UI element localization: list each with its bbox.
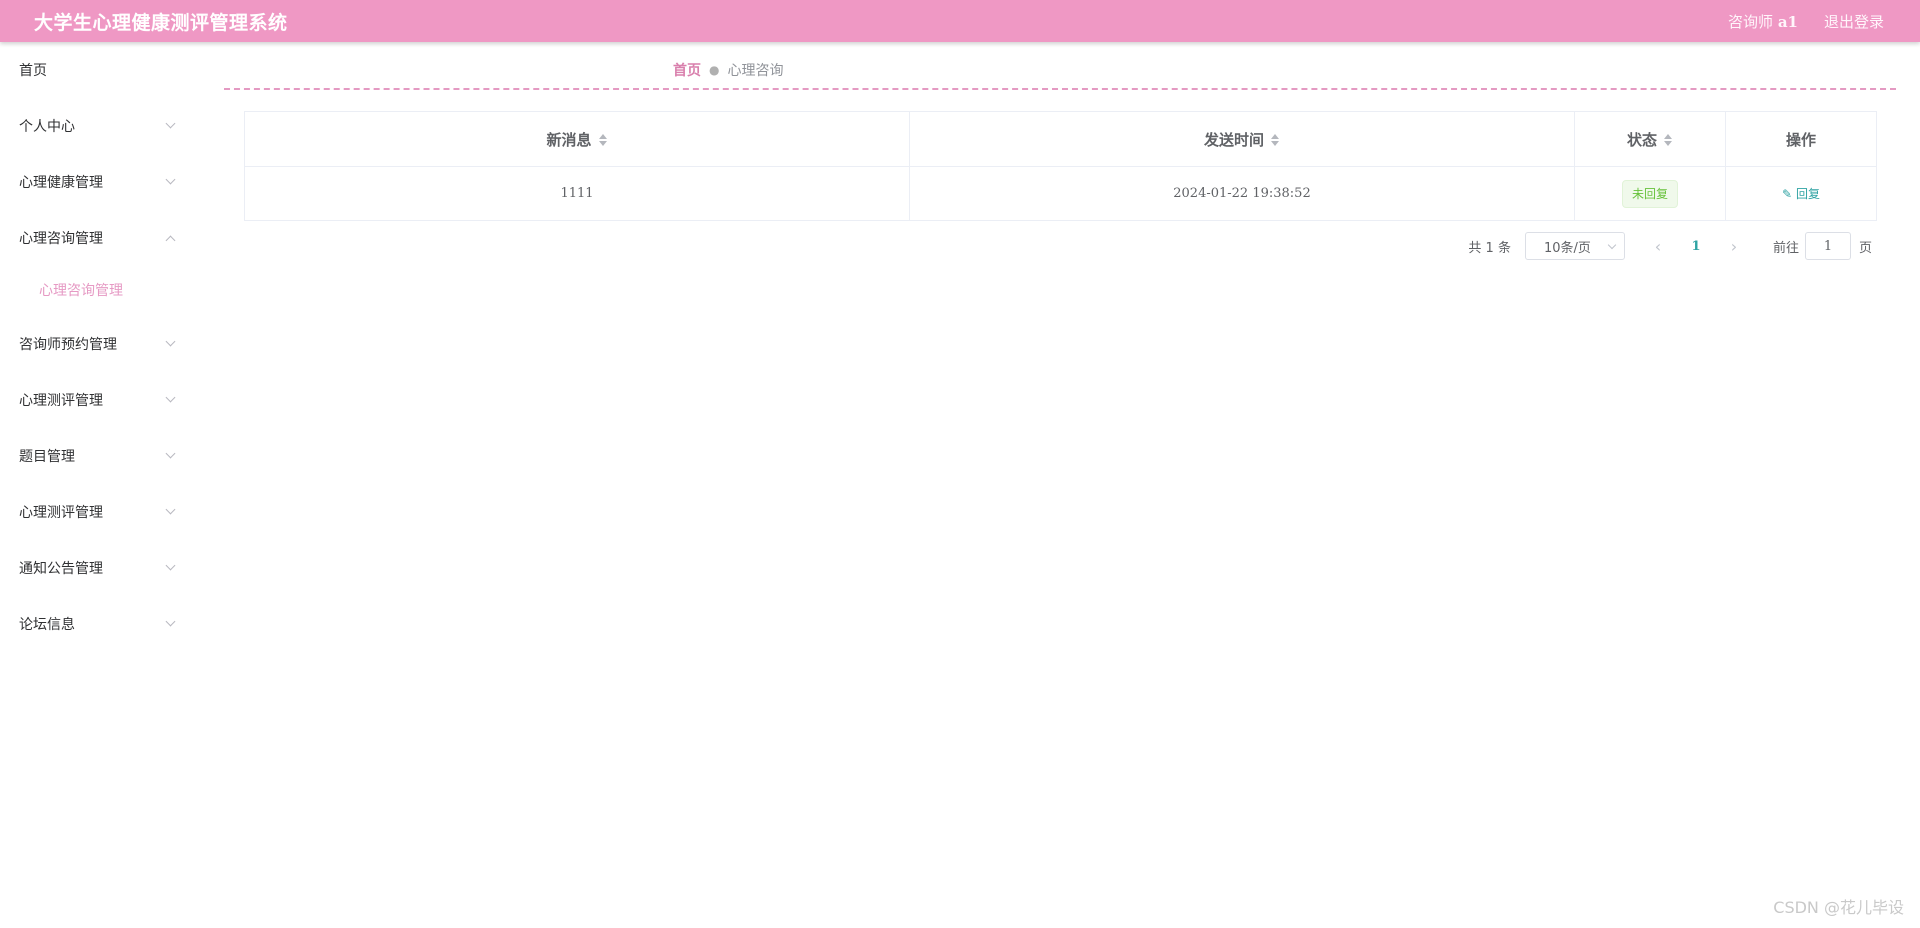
sidebar-item-label: 论坛信息 [19,617,75,633]
chevron-down-icon [165,560,176,571]
column-label: 状态 [1626,130,1657,149]
table-row: 1111 2024-01-22 19:38:52 未回复 ✎ 回复 [244,166,1877,221]
reply-label: 回复 [1796,187,1821,201]
sidebar-item-assessment-2[interactable]: 心理测评管理 [0,484,200,540]
sidebar-item-home[interactable]: 首页 [0,42,200,98]
chevron-down-icon [165,504,176,515]
sidebar-item-label: 咨询师预约管理 [19,337,117,353]
page-size-select[interactable]: 10条/页 [1524,232,1625,260]
goto-page-input[interactable] [1804,232,1851,260]
reply-button[interactable]: ✎ 回复 [1782,185,1820,202]
user-role: 咨询师 [1728,12,1774,31]
page-size-value: 10条/页 [1543,240,1591,256]
pagination-total: 共 1 条 [1468,240,1511,256]
sidebar-item-notices[interactable]: 通知公告管理 [0,540,200,596]
logout-button[interactable]: 退出登录 [1824,11,1884,32]
pagination: 共 1 条 10条/页 ‹ 1 › 前往 页 [1468,232,1872,260]
breadcrumb-current: 心理咨询 [727,63,784,79]
column-label: 操作 [1785,130,1816,149]
cell-status: 未回复 [1574,166,1726,221]
chevron-down-icon [165,616,176,627]
sidebar-item-label: 心理测评管理 [19,505,103,521]
column-header-message[interactable]: 新消息 [244,111,910,167]
cell-message: 1111 [244,166,910,221]
sidebar-item-personal-center[interactable]: 个人中心 [0,98,200,154]
column-header-action: 操作 [1725,111,1877,167]
sidebar: 首页 个人中心 心理健康管理 心理咨询管理 心理咨询管理 咨询师预约管理 心理测… [0,42,200,928]
sidebar-item-label: 个人中心 [19,119,75,135]
sidebar-item-consultation[interactable]: 心理咨询管理 [0,210,200,266]
top-header: 大学生心理健康测评管理系统 咨询师 a1 退出登录 [0,0,1920,42]
chevron-down-icon [165,448,176,459]
page-number-current[interactable]: 1 [1673,239,1719,254]
sidebar-item-label: 心理健康管理 [19,175,103,191]
chevron-up-icon [165,235,176,246]
sidebar-item-label: 首页 [19,63,47,79]
chevron-down-icon [1607,240,1617,250]
user-name: a1 [1777,12,1798,31]
sort-icon[interactable] [1270,133,1280,147]
cell-time: 2024-01-22 19:38:52 [909,166,1575,221]
chevron-down-icon [165,392,176,403]
sidebar-subitem-consultation[interactable]: 心理咨询管理 [0,265,200,315]
goto-label: 前往 [1772,240,1799,256]
sort-icon[interactable] [1663,133,1673,147]
sidebar-item-appointment[interactable]: 咨询师预约管理 [0,316,200,372]
sidebar-subitem-label: 心理咨询管理 [39,283,123,299]
table-header-row: 新消息 发送时间 状态 操作 [244,111,1877,167]
sidebar-item-label: 心理咨询管理 [19,231,103,247]
sidebar-item-questions[interactable]: 题目管理 [0,428,200,484]
column-label: 新消息 [546,130,592,149]
chevron-down-icon [165,336,176,347]
consultation-table: 新消息 发送时间 状态 操作 1111 2024-01-22 19:38:52 … [244,111,1877,221]
column-header-status[interactable]: 状态 [1574,111,1726,167]
next-page-button[interactable]: › [1719,232,1749,260]
dashed-divider [224,88,1896,90]
sidebar-item-mental-health[interactable]: 心理健康管理 [0,154,200,210]
sidebar-item-assessment[interactable]: 心理测评管理 [0,372,200,428]
status-badge: 未回复 [1621,179,1678,208]
column-label: 发送时间 [1203,130,1264,149]
breadcrumb-home[interactable]: 首页 [673,60,701,80]
sidebar-item-label: 题目管理 [19,449,75,465]
sidebar-item-label: 心理测评管理 [19,393,103,409]
sidebar-item-label: 通知公告管理 [19,561,103,577]
goto-suffix: 页 [1858,240,1872,256]
chevron-down-icon [165,118,176,129]
sort-icon[interactable] [598,133,608,147]
cell-action: ✎ 回复 [1725,166,1877,221]
header-right: 咨询师 a1 退出登录 [1728,11,1884,32]
edit-icon: ✎ [1781,186,1793,201]
breadcrumb: 首页 ● 心理咨询 [673,60,783,80]
column-header-time[interactable]: 发送时间 [909,111,1575,167]
chevron-down-icon [165,174,176,185]
current-user: 咨询师 a1 [1728,11,1798,32]
breadcrumb-separator-icon: ● [709,63,720,77]
sidebar-item-forum[interactable]: 论坛信息 [0,596,200,652]
watermark: CSDN @花儿毕设 [1773,898,1904,917]
prev-page-button[interactable]: ‹ [1643,232,1673,260]
app-title: 大学生心理健康测评管理系统 [34,11,288,34]
